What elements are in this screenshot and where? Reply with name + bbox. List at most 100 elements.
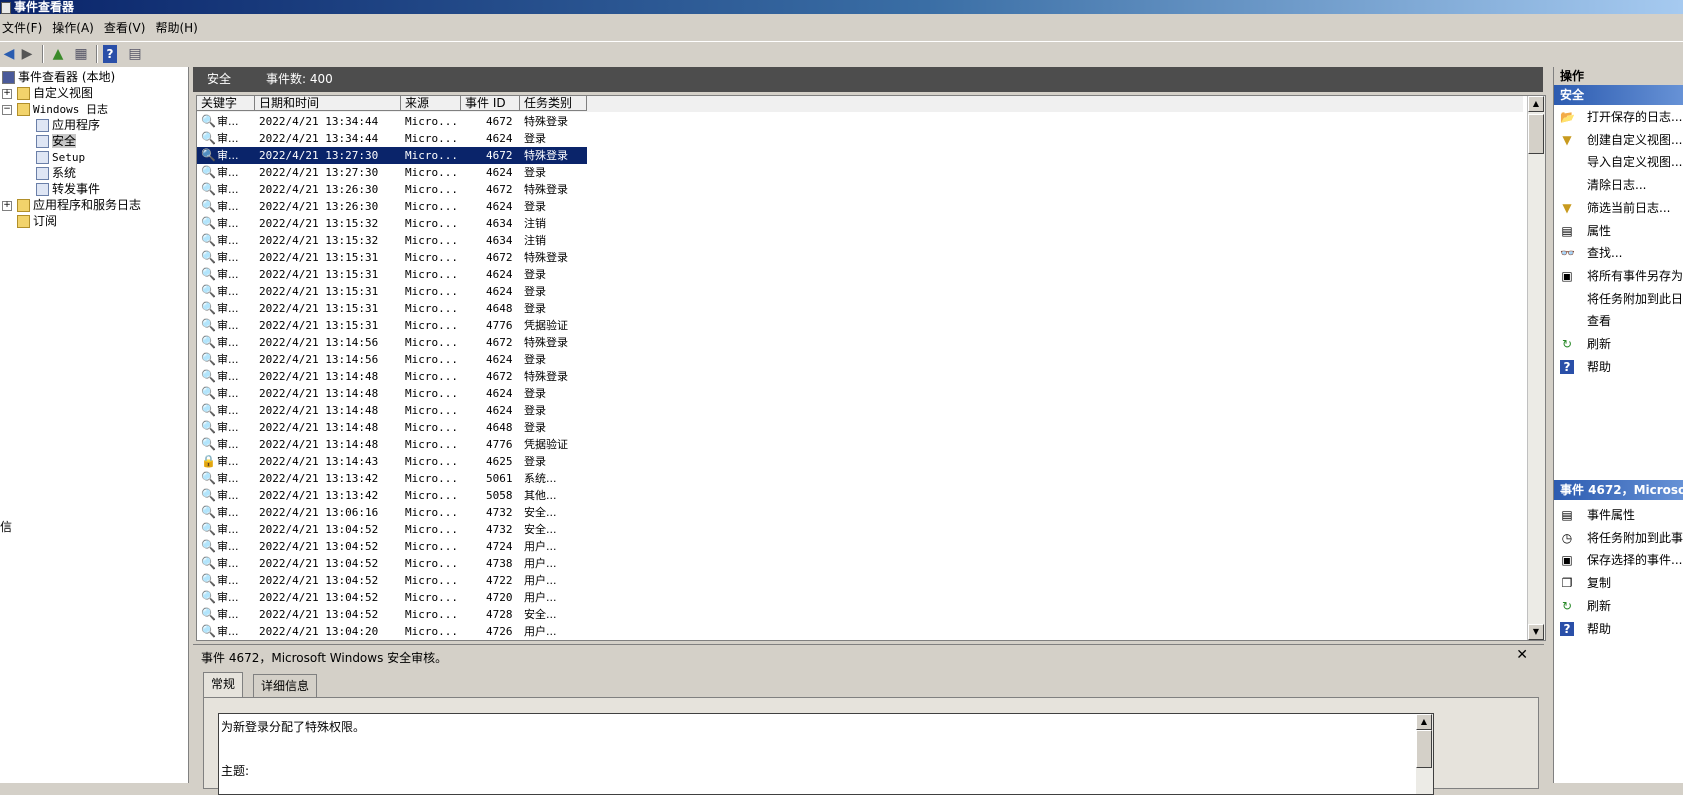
menu-action[interactable]: 操作(A) bbox=[50, 18, 102, 38]
up-folder-icon[interactable]: ▲ bbox=[49, 45, 67, 63]
table-row[interactable]: 🔍 审... 2022/4/21 13:26:30 Micro... 4672 特殊登录 bbox=[197, 181, 1523, 198]
table-row[interactable]: 🔍 审... 2022/4/21 13:15:31 Micro... 4648 登录 bbox=[197, 300, 1523, 317]
table-row[interactable]: 🔍 审... 2022/4/21 13:15:31 Micro... 4776 凭据验证 bbox=[197, 317, 1523, 334]
table-row[interactable]: 🔍 审... 2022/4/21 13:14:48 Micro... 4672 特殊登录 bbox=[197, 368, 1523, 385]
tree-item-custom-views[interactable]: + 自定义视图 bbox=[2, 85, 93, 101]
menu-help[interactable]: 帮助(H) bbox=[153, 18, 205, 38]
table-row[interactable]: 🔍 审... 2022/4/21 13:04:52 Micro... 4732 安全... bbox=[197, 521, 1523, 538]
event-list-scrollbar[interactable]: ▲ ▼ bbox=[1527, 96, 1545, 640]
column-source[interactable]: 来源 bbox=[401, 96, 461, 111]
scroll-up-button[interactable]: ▲ bbox=[1416, 714, 1432, 730]
action-item[interactable]: 清除日志... bbox=[1554, 174, 1683, 196]
column-datetime[interactable]: 日期和时间 bbox=[255, 96, 401, 111]
table-row[interactable]: 🔍 审... 2022/4/21 13:15:31 Micro... 4624 登录 bbox=[197, 266, 1523, 283]
table-row[interactable]: 🔍 审... 2022/4/21 13:04:52 Micro... 4724 用户... bbox=[197, 538, 1523, 555]
cell-source: Micro... bbox=[405, 591, 458, 604]
action-item[interactable]: ▤ 事件属性 bbox=[1554, 504, 1683, 526]
table-row[interactable]: 🔍 审... 2022/4/21 13:14:48 Micro... 4776 凭据验证 bbox=[197, 436, 1523, 453]
table-row[interactable]: 🔍 审... 2022/4/21 13:13:42 Micro... 5058 其他... bbox=[197, 487, 1523, 504]
close-icon[interactable]: ✕ bbox=[1516, 647, 1528, 663]
action-item-label: 帮助 bbox=[1587, 359, 1612, 374]
table-row[interactable]: 🔍 审... 2022/4/21 13:26:30 Micro... 4624 登录 bbox=[197, 198, 1523, 215]
table-row[interactable]: 🔍 审... 2022/4/21 13:27:30 Micro... 4624 登录 bbox=[197, 164, 1523, 181]
tree-item-windows-logs[interactable]: − Windows 日志 bbox=[2, 101, 108, 117]
table-row[interactable]: 🔍 审... 2022/4/21 13:15:32 Micro... 4634 注销 bbox=[197, 232, 1523, 249]
table-row[interactable]: 🔍 审... 2022/4/21 13:04:52 Micro... 4720 用户... bbox=[197, 589, 1523, 606]
action-item[interactable]: ▼ 创建自定义视图... bbox=[1554, 129, 1683, 151]
action-item[interactable]: 👓 查找... bbox=[1554, 242, 1683, 264]
cell-datetime: 2022/4/21 13:26:30 bbox=[259, 183, 379, 196]
cell-datetime: 2022/4/21 13:15:32 bbox=[259, 217, 379, 230]
tree-item-forwarded-events[interactable]: 转发事件 bbox=[36, 181, 100, 197]
action-item[interactable]: 将任务附加到此日 bbox=[1554, 288, 1683, 310]
table-row[interactable]: 🔍 审... 2022/4/21 13:06:16 Micro... 4732 安全... bbox=[197, 504, 1523, 521]
cell-source: Micro... bbox=[405, 319, 458, 332]
tree-item-application[interactable]: 应用程序 bbox=[36, 117, 100, 133]
action-item[interactable]: ◷ 将任务附加到此事 bbox=[1554, 527, 1683, 549]
description-scrollbar[interactable]: ▲ bbox=[1416, 714, 1433, 794]
table-row[interactable]: 🔍 审... 2022/4/21 13:14:48 Micro... 4648 登录 bbox=[197, 419, 1523, 436]
cell-source: Micro... bbox=[405, 404, 458, 417]
forward-arrow-icon[interactable]: ▶ bbox=[18, 45, 36, 63]
action-item[interactable]: ? 帮助 bbox=[1554, 618, 1683, 640]
table-row[interactable]: 🔍 审... 2022/4/21 13:14:48 Micro... 4624 登录 bbox=[197, 402, 1523, 419]
tree-item-subscriptions[interactable]: 订阅 bbox=[17, 213, 57, 229]
tab-details[interactable]: 详细信息 bbox=[253, 674, 318, 698]
table-row[interactable]: 🔍 审... 2022/4/21 13:15:32 Micro... 4634 注销 bbox=[197, 215, 1523, 232]
show-hide-tree-icon[interactable]: ▦ bbox=[72, 45, 90, 63]
table-row[interactable]: 🔍 审... 2022/4/21 13:14:56 Micro... 4672 特殊登录 bbox=[197, 334, 1523, 351]
table-row[interactable]: 🔍 审... 2022/4/21 13:15:31 Micro... 4672 特殊登录 bbox=[197, 249, 1523, 266]
scroll-thumb[interactable] bbox=[1528, 114, 1544, 154]
table-row[interactable]: 🔍 审... 2022/4/21 13:27:30 Micro... 4672 特殊登录 bbox=[197, 147, 1523, 164]
expand-plus-icon[interactable]: + bbox=[2, 200, 12, 211]
action-item[interactable]: ↻ 刷新 bbox=[1554, 595, 1683, 617]
column-task-category[interactable]: 任务类别 bbox=[520, 96, 587, 111]
help-icon[interactable]: ? bbox=[103, 45, 117, 63]
action-item[interactable]: ▣ 保存选择的事件... bbox=[1554, 549, 1683, 571]
action-item[interactable]: ↻ 刷新 bbox=[1554, 333, 1683, 355]
cell-task-category: 特殊登录 bbox=[524, 370, 568, 383]
tree-item-app-services-logs[interactable]: + 应用程序和服务日志 bbox=[2, 197, 141, 213]
cell-event-id: 5058 bbox=[486, 489, 513, 502]
table-row[interactable]: 🔍 审... 2022/4/21 13:34:44 Micro... 4624 登录 bbox=[197, 130, 1523, 147]
actions-section-security[interactable]: 安全 bbox=[1554, 85, 1683, 105]
back-arrow-icon[interactable]: ◀ bbox=[0, 45, 18, 63]
expand-plus-icon[interactable]: + bbox=[2, 88, 12, 99]
tree-item-root[interactable]: 事件查看器 (本地) bbox=[2, 69, 115, 85]
scroll-down-button[interactable]: ▼ bbox=[1528, 624, 1544, 640]
action-item[interactable]: ▼ 筛选当前日志... bbox=[1554, 197, 1683, 219]
actions-section-event[interactable]: 事件 4672，Microso bbox=[1554, 480, 1683, 500]
table-row[interactable]: 🔍 审... 2022/4/21 13:15:31 Micro... 4624 登录 bbox=[197, 283, 1523, 300]
column-event-id[interactable]: 事件 ID bbox=[461, 96, 520, 111]
action-item[interactable]: 导入自定义视图... bbox=[1554, 151, 1683, 173]
table-row[interactable]: 🔍 审... 2022/4/21 13:04:52 Micro... 4722 用户... bbox=[197, 572, 1523, 589]
table-row[interactable]: 🔍 审... 2022/4/21 13:04:52 Micro... 4738 用户... bbox=[197, 555, 1523, 572]
show-hide-action-pane-icon[interactable]: ▤ bbox=[126, 45, 144, 63]
collapse-minus-icon[interactable]: − bbox=[2, 104, 12, 115]
table-row[interactable]: 🔍 审... 2022/4/21 13:04:52 Micro... 4728 安全... bbox=[197, 606, 1523, 623]
table-row[interactable]: 🔒 审... 2022/4/21 13:14:43 Micro... 4625 登录 bbox=[197, 453, 1523, 470]
table-row[interactable]: 🔍 审... 2022/4/21 13:34:44 Micro... 4672 特殊登录 bbox=[197, 113, 1523, 130]
action-item[interactable]: ▤ 属性 bbox=[1554, 220, 1683, 242]
row-highlight: 🔍 审... 2022/4/21 13:15:32 Micro... 4634 注销 bbox=[197, 215, 587, 232]
action-item[interactable]: 查看 bbox=[1554, 310, 1683, 332]
cell-event-id: 4724 bbox=[486, 540, 513, 553]
table-row[interactable]: 🔍 审... 2022/4/21 13:04:20 Micro... 4726 用户... bbox=[197, 623, 1523, 640]
action-item[interactable]: ▣ 将所有事件另存为 bbox=[1554, 265, 1683, 287]
action-item[interactable]: ❐ 复制 bbox=[1554, 572, 1683, 594]
tab-general[interactable]: 常规 bbox=[203, 672, 244, 698]
action-item[interactable]: ? 帮助 bbox=[1554, 356, 1683, 378]
menu-file[interactable]: 文件(F) bbox=[0, 18, 50, 38]
table-row[interactable]: 🔍 审... 2022/4/21 13:13:42 Micro... 5061 系统... bbox=[197, 470, 1523, 487]
action-item[interactable]: 📂 打开保存的日志... bbox=[1554, 106, 1683, 128]
column-keyword[interactable]: 关键字 bbox=[197, 96, 255, 111]
scroll-thumb[interactable] bbox=[1416, 730, 1432, 768]
table-row[interactable]: 🔍 审... 2022/4/21 13:14:56 Micro... 4624 登录 bbox=[197, 351, 1523, 368]
tree-item-setup[interactable]: Setup bbox=[36, 149, 85, 165]
menu-view[interactable]: 查看(V) bbox=[102, 18, 154, 38]
table-row[interactable]: 🔍 审... 2022/4/21 13:14:48 Micro... 4624 登录 bbox=[197, 385, 1523, 402]
event-list[interactable]: 关键字 日期和时间 来源 事件 ID 任务类别 🔍 审... 2022/4/21 1… bbox=[196, 95, 1546, 641]
scroll-up-button[interactable]: ▲ bbox=[1528, 96, 1544, 112]
tree-item-system[interactable]: 系统 bbox=[36, 165, 76, 181]
tree-item-security[interactable]: 安全 bbox=[36, 133, 77, 149]
